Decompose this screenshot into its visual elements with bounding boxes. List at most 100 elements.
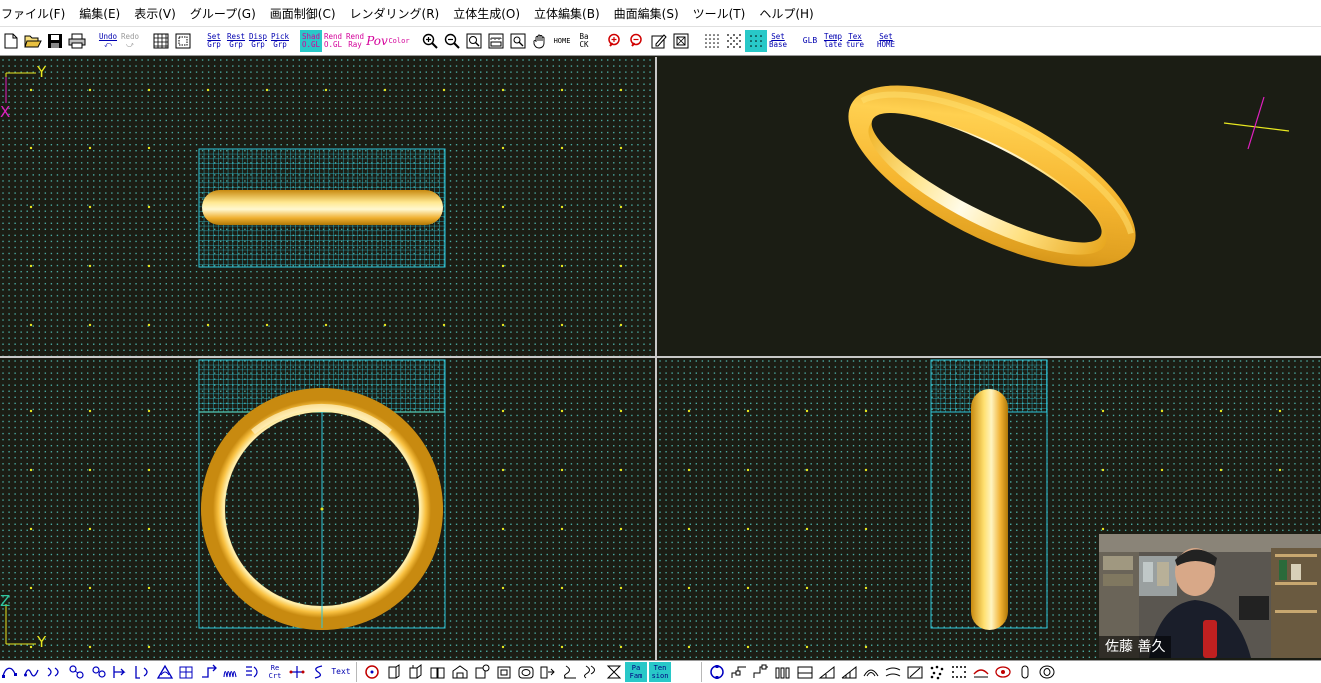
solid-tool-4-button[interactable] [427,661,449,683]
texture-button[interactable]: Tex ture [844,30,866,52]
display-group-button[interactable]: Disp Grp [247,30,269,52]
edit-tool-7-button[interactable] [838,661,860,683]
edit-tool-16-button[interactable] [1036,661,1058,683]
viewport-horizontal-splitter[interactable] [0,356,1321,358]
solid-tool-11-button[interactable] [581,661,603,683]
edit-tool-8-button[interactable] [860,661,882,683]
set-home-button[interactable]: Set HOME [875,30,897,52]
curve-tool-8-button[interactable] [154,661,176,683]
back-view-button[interactable]: Ba CK [573,30,595,52]
menu-surface-edit[interactable]: 曲面編集(S) [607,0,686,26]
zoom-in-button[interactable] [419,30,441,52]
edit-tool-11-button[interactable] [926,661,948,683]
home-view-button[interactable]: HOME [551,30,573,52]
menu-tools[interactable]: ツール(T) [686,0,753,26]
text-tool-button[interactable]: Text [330,662,352,682]
menu-view[interactable]: 表示(V) [127,0,183,26]
menu-solid-edit[interactable]: 立体編集(B) [527,0,607,26]
menu-group[interactable]: グループ(G) [183,0,263,26]
curve-tool-7-button[interactable] [132,661,154,683]
grid-toggle-button[interactable] [745,30,767,52]
edit-tool-2-button[interactable] [728,661,750,683]
grid-select-button[interactable] [150,30,172,52]
undo-button[interactable]: Undo ⤺ [97,30,119,52]
edit-tool-15-button[interactable] [1014,661,1036,683]
curve-tool-5-button[interactable] [88,661,110,683]
zoom-window-button[interactable] [463,30,485,52]
recreate-button[interactable]: Re Crt [264,662,286,682]
edit-tool-10-button[interactable] [904,661,926,683]
perspective-viewport[interactable] [657,57,1321,356]
solid-tool-8-button[interactable] [515,661,537,683]
curve-tool-11-button[interactable] [220,661,242,683]
grid-snap-button[interactable] [723,30,745,52]
pick-group-button[interactable]: Pick Grp [269,30,291,52]
curve-tool-13-button[interactable] [286,661,308,683]
frame-button[interactable] [670,30,692,52]
zoom-in-red-button[interactable] [604,30,626,52]
curve-tool-4-button[interactable] [66,661,88,683]
curve-tool-1-button[interactable] [0,661,22,683]
zoom-extents-button[interactable] [485,30,507,52]
edit-tool-13-button[interactable] [970,661,992,683]
template-button[interactable]: Temp late [822,30,844,52]
grid-display-button[interactable] [701,30,723,52]
edit-tool-9-button[interactable] [882,661,904,683]
zoom-out-button[interactable] [441,30,463,52]
solid-tool-9-button[interactable] [537,661,559,683]
open-file-button[interactable] [22,30,44,52]
solid-tool-3-button[interactable] [405,661,427,683]
render-opengl-button[interactable]: Rend O.GL [322,30,344,52]
solid-tool-6-button[interactable] [471,661,493,683]
front-view-viewport[interactable]: Z Y [0,358,655,660]
window-select-button[interactable] [172,30,194,52]
menu-edit[interactable]: 編集(E) [72,0,127,26]
solid-tool-5-button[interactable] [449,661,471,683]
povray-button[interactable]: Pov [366,30,388,52]
menu-file[interactable]: ファイル(F) [0,0,72,26]
solid-tool-2-button[interactable] [383,661,405,683]
menu-screen-control[interactable]: 画面制御(C) [263,0,343,26]
zoom-out-red-button[interactable] [626,30,648,52]
viewport-vertical-splitter[interactable] [655,57,657,660]
color-button[interactable]: Color [388,30,410,52]
new-file-button[interactable] [0,30,22,52]
edit-tool-1-button[interactable] [706,661,728,683]
curve-tool-10-button[interactable] [198,661,220,683]
top-view-viewport[interactable]: Y X [0,57,655,356]
solid-tool-12-button[interactable] [603,661,625,683]
curve-tool-2-button[interactable] [22,661,44,683]
edit-tool-6-button[interactable] [816,661,838,683]
menu-solid-create[interactable]: 立体生成(O) [446,0,527,26]
edit-tool-5-button[interactable] [794,661,816,683]
shade-opengl-button[interactable]: Shad O.GL [300,30,322,52]
pen-edit-button[interactable] [648,30,670,52]
glb-button[interactable]: GLB [798,30,822,52]
set-base-button[interactable]: Set Base [767,30,789,52]
edit-tool-12-button[interactable] [948,661,970,683]
parametric-family-button[interactable]: Pa Fam [625,662,647,682]
curve-tool-3-button[interactable] [44,661,66,683]
curve-tool-12-button[interactable] [242,661,264,683]
edit-tool-3-button[interactable] [750,661,772,683]
curve-tool-9-button[interactable] [176,661,198,683]
reset-group-button[interactable]: Rest Grp [225,30,247,52]
set-group-button[interactable]: Set Grp [203,30,225,52]
render-ray-button[interactable]: Rend Ray [344,30,366,52]
cad-application-window: ファイル(F) 編集(E) 表示(V) グループ(G) 画面制御(C) レンダリ… [0,0,1321,683]
solid-tool-1-button[interactable] [361,661,383,683]
tension-button[interactable]: Ten sion [649,662,671,682]
solid-tool-10-button[interactable] [559,661,581,683]
edit-tool-4-button[interactable] [772,661,794,683]
curve-tool-14-button[interactable] [308,661,330,683]
menu-help[interactable]: ヘルプ(H) [752,0,820,26]
solid-tool-7-button[interactable] [493,661,515,683]
redo-button[interactable]: Redo ⤻ [119,30,141,52]
pan-button[interactable] [529,30,551,52]
save-button[interactable] [44,30,66,52]
zoom-all-button[interactable] [507,30,529,52]
print-button[interactable] [66,30,88,52]
menu-rendering[interactable]: レンダリング(R) [343,0,447,26]
edit-tool-14-button[interactable] [992,661,1014,683]
curve-tool-6-button[interactable] [110,661,132,683]
